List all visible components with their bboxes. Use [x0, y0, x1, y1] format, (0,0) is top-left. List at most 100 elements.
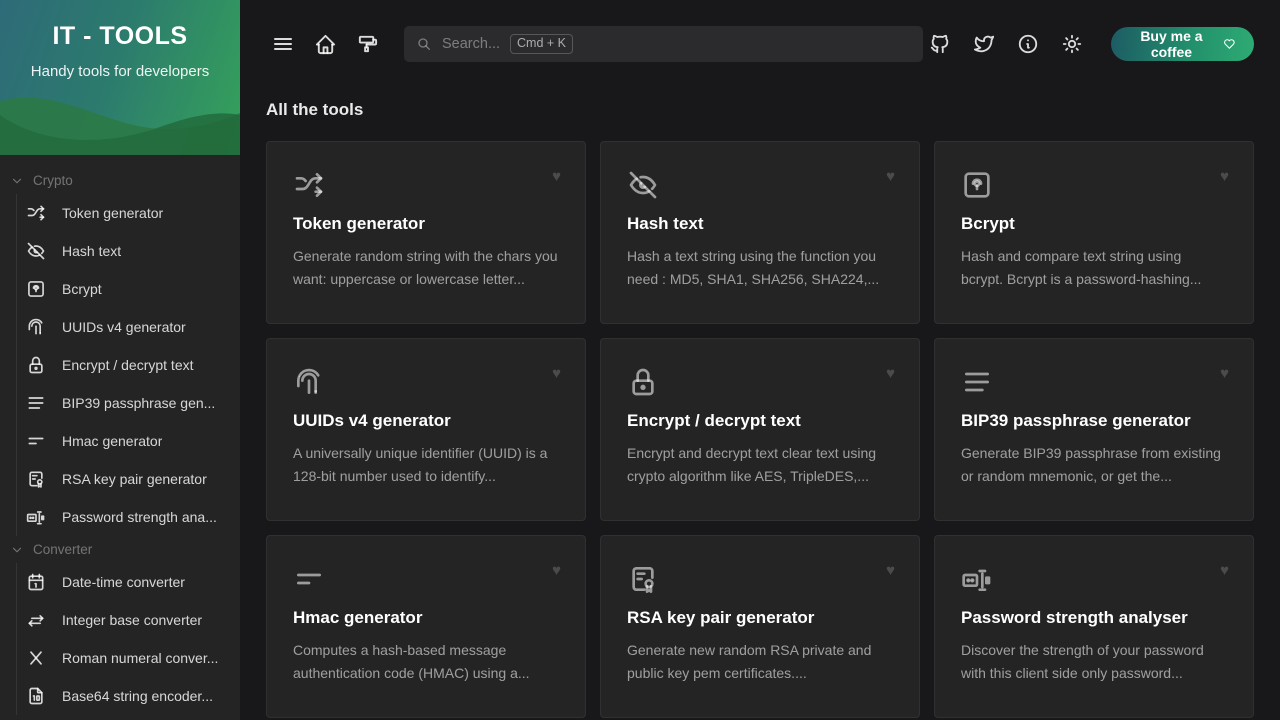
favourite-heart-icon[interactable]: ♥ [886, 562, 895, 579]
sidebar-item-token-generator[interactable]: Token generator [17, 194, 240, 232]
sidebar-item-base64-string-encoder[interactable]: Base64 string encoder... [17, 677, 240, 715]
sidebar-item-uuids-v4-generator[interactable]: UUIDs v4 generator [17, 308, 240, 346]
sidebar-group-header-crypto[interactable]: Crypto [0, 167, 240, 194]
short-lines-icon [26, 431, 46, 451]
twitter-icon [973, 33, 995, 55]
calendar-icon [26, 572, 46, 592]
topbar: Search... Cmd + K Buy me a coffee [240, 0, 1280, 88]
sidebar-item-encrypt-decrypt-text[interactable]: Encrypt / decrypt text [17, 346, 240, 384]
tool-card-title: UUIDs v4 generator [293, 411, 451, 430]
tool-card-encrypt-decrypt-text[interactable]: ♥ Encrypt / decrypt text Encrypt and dec… [600, 338, 920, 521]
tool-card-description: Generate random string with the chars yo… [293, 248, 558, 287]
main-area: Search... Cmd + K Buy me a coffee All th… [240, 0, 1280, 720]
sidebar-group-converter: Converter Date-time converter Integer ba… [0, 536, 240, 715]
lock-icon [627, 365, 893, 399]
sidebar-item-password-strength-analyser[interactable]: Password strength ana... [17, 498, 240, 536]
github-icon [929, 33, 951, 55]
favourite-heart-icon[interactable]: ♥ [552, 168, 561, 185]
hamburger-menu-button[interactable] [266, 27, 300, 61]
tool-card-title: Bcrypt [961, 214, 1015, 233]
password-icon [961, 562, 1227, 596]
lines-icon [26, 393, 46, 413]
sidebar-item-label: Encrypt / decrypt text [62, 357, 194, 373]
about-button[interactable] [1011, 27, 1045, 61]
tool-card-bcrypt[interactable]: ♥ Bcrypt Hash and compare text string us… [934, 141, 1254, 324]
fingerprint-icon [293, 365, 559, 399]
tool-card-rsa-key-pair-generator[interactable]: ♥ RSA key pair generator Generate new ra… [600, 535, 920, 718]
tool-card-description: Hash and compare text string using bcryp… [961, 248, 1202, 287]
lock-square-icon [26, 279, 46, 299]
favourite-heart-icon[interactable]: ♥ [886, 168, 895, 185]
tools-grid: ♥ Token generator Generate random string… [266, 141, 1254, 718]
lines-icon [961, 365, 1227, 399]
tool-card-description: Encrypt and decrypt text clear text usin… [627, 445, 877, 484]
tool-card-title: Encrypt / decrypt text [627, 411, 801, 430]
password-icon [26, 507, 46, 527]
sidebar-item-label: Token generator [62, 205, 164, 221]
sidebar-item-label: Base64 string encoder... [62, 688, 213, 704]
tool-card-description: Hash a text string using the function yo… [627, 248, 880, 287]
tool-card-hmac-generator[interactable]: ♥ Hmac generator Computes a hash-based m… [266, 535, 586, 718]
sidebar-item-hash-text[interactable]: Hash text [17, 232, 240, 270]
tool-card-uuids-v4-generator[interactable]: ♥ UUIDs v4 generator A universally uniqu… [266, 338, 586, 521]
sidebar-nav[interactable]: Crypto Token generator Hash text Bcrypt [0, 155, 240, 720]
sidebar-item-roman-numeral-converter[interactable]: Roman numeral conver... [17, 639, 240, 677]
light-mode-toggle[interactable] [1055, 27, 1089, 61]
brand-header[interactable]: IT - TOOLS Handy tools for developers [0, 0, 240, 155]
sidebar-item-label: Integer base converter [62, 612, 203, 628]
tool-card-description: A universally unique identifier (UUID) i… [293, 445, 548, 484]
page-title: All the tools [266, 100, 364, 119]
buy-me-a-coffee-label: Buy me a coffee [1140, 28, 1203, 60]
tool-card-description: Discover the strength of your password w… [961, 642, 1204, 681]
tool-card-token-generator[interactable]: ♥ Token generator Generate random string… [266, 141, 586, 324]
tools-content: All the tools ♥ Token generator Generate… [240, 100, 1280, 718]
sidebar-item-integer-base-converter[interactable]: Integer base converter [17, 601, 240, 639]
favourite-heart-icon[interactable]: ♥ [552, 365, 561, 382]
tool-card-password-strength-analyser[interactable]: ♥ Password strength analyser Discover th… [934, 535, 1254, 718]
letter-x-icon [26, 648, 46, 668]
search-icon [416, 36, 432, 52]
favourite-heart-icon[interactable]: ♥ [1220, 562, 1229, 579]
home-button[interactable] [308, 27, 342, 61]
search-shortcut-badge: Cmd + K [510, 34, 574, 54]
twitter-link[interactable] [967, 27, 1001, 61]
certificate-icon [627, 562, 893, 596]
lock-square-icon [961, 168, 1227, 202]
short-lines-icon [293, 562, 559, 596]
sidebar-item-bcrypt[interactable]: Bcrypt [17, 270, 240, 308]
sidebar-item-label: Hash text [62, 243, 122, 259]
wave-decoration-icon [0, 97, 240, 155]
sidebar-item-date-time-converter[interactable]: Date-time converter [17, 563, 240, 601]
sidebar-item-label: Bcrypt [62, 281, 102, 297]
favourite-heart-icon[interactable]: ♥ [1220, 168, 1229, 185]
tool-card-bip39-passphrase-generator[interactable]: ♥ BIP39 passphrase generator Generate BI… [934, 338, 1254, 521]
sidebar-item-rsa-key-pair-generator[interactable]: RSA key pair generator [17, 460, 240, 498]
buy-me-a-coffee-button[interactable]: Buy me a coffee [1110, 27, 1254, 61]
sidebar-item-label: UUIDs v4 generator [62, 319, 186, 335]
eye-off-icon [26, 241, 46, 261]
topbar-right-actions: Buy me a coffee [923, 27, 1254, 61]
sidebar-item-label: RSA key pair generator [62, 471, 207, 487]
sidebar-group-label: Converter [33, 542, 93, 557]
favourite-heart-icon[interactable]: ♥ [552, 562, 561, 579]
tool-card-title: BIP39 passphrase generator [961, 411, 1191, 430]
sidebar-item-label: Roman numeral conver... [62, 650, 219, 666]
sidebar-item-hmac-generator[interactable]: Hmac generator [17, 422, 240, 460]
sidebar-item-label: BIP39 passphrase gen... [62, 395, 216, 411]
search-input[interactable]: Search... Cmd + K [404, 26, 923, 62]
sidebar-group-crypto: Crypto Token generator Hash text Bcrypt [0, 167, 240, 536]
sidebar-group-header-converter[interactable]: Converter [0, 536, 240, 563]
topbar-left-actions [266, 27, 384, 61]
menu-icon [271, 32, 295, 56]
sidebar-item-label: Password strength ana... [62, 509, 217, 525]
favourite-heart-icon[interactable]: ♥ [886, 365, 895, 382]
github-link[interactable] [923, 27, 957, 61]
favourite-heart-icon[interactable]: ♥ [1220, 365, 1229, 382]
tool-card-description: Generate BIP39 passphrase from existing … [961, 445, 1221, 484]
heart-icon [1223, 36, 1236, 52]
sidebar: IT - TOOLS Handy tools for developers Cr… [0, 0, 240, 720]
theme-paint-button[interactable] [350, 27, 384, 61]
file-digit-icon [26, 686, 46, 706]
tool-card-hash-text[interactable]: ♥ Hash text Hash a text string using the… [600, 141, 920, 324]
sidebar-item-bip39-passphrase-generator[interactable]: BIP39 passphrase gen... [17, 384, 240, 422]
